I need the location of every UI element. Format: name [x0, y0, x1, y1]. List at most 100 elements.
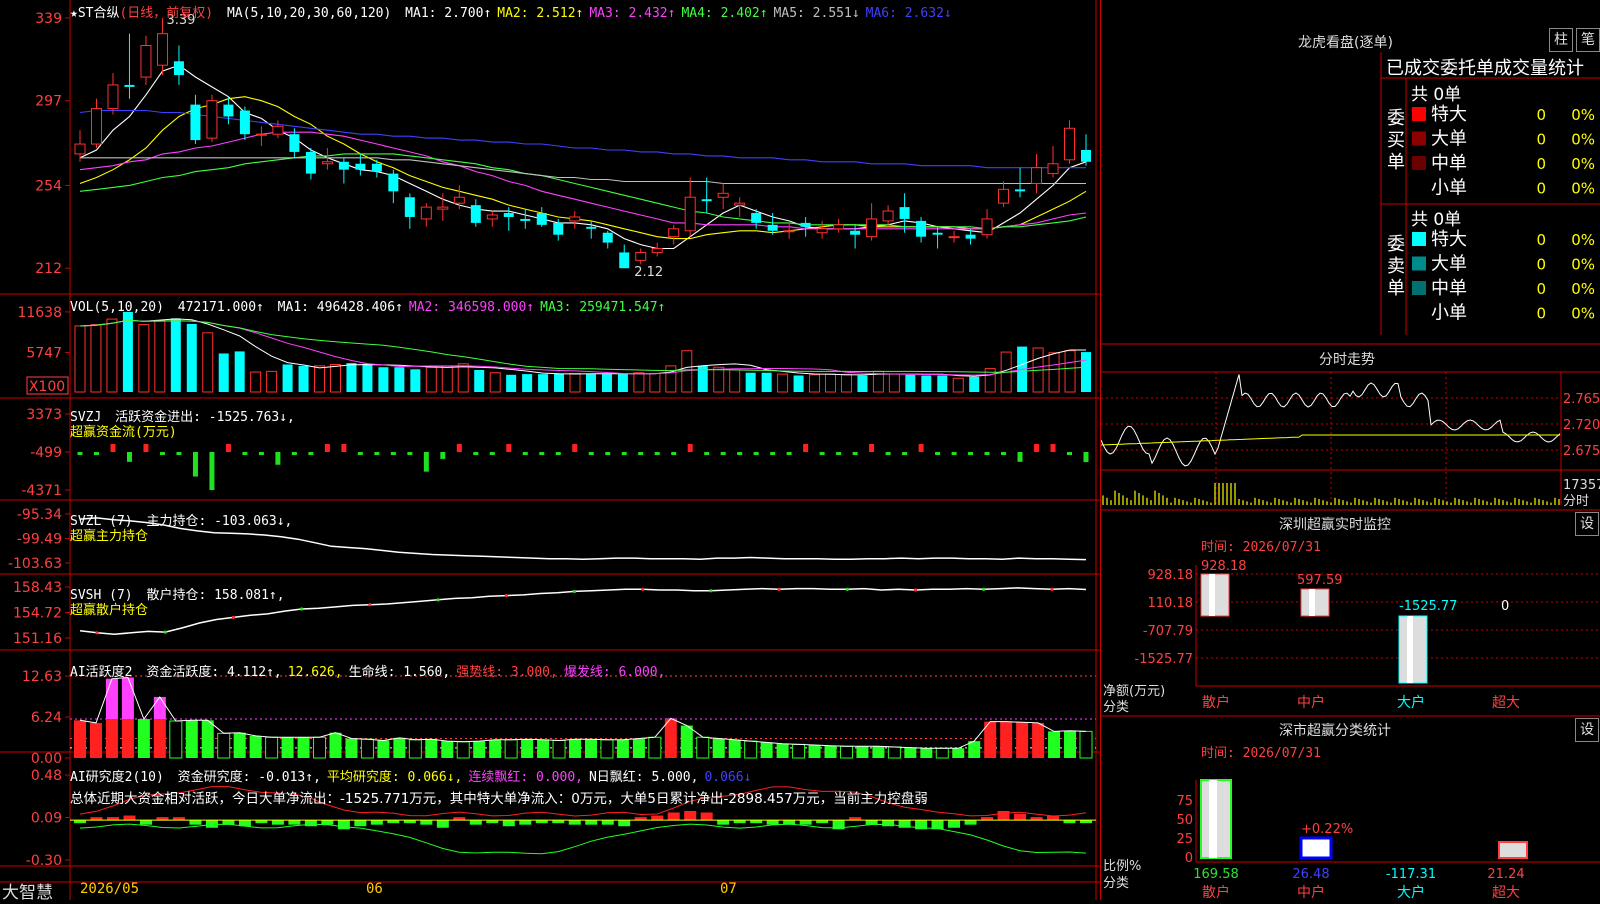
- ai1-bar: [377, 740, 390, 758]
- svzj-bar: [819, 452, 825, 455]
- ai1-bar: [393, 737, 406, 758]
- intraday-tick-label: 2.765: [1563, 392, 1600, 407]
- ai1-part-1: 资金活跃度: 4.112↑,: [146, 665, 282, 680]
- buy-swatch: [1412, 131, 1426, 146]
- buy-row-name: 特大: [1431, 104, 1467, 125]
- candle-body: [173, 61, 184, 76]
- sell-row-name: 小单: [1431, 303, 1467, 324]
- ai1-bar: [441, 741, 454, 758]
- candle-body: [520, 218, 531, 221]
- svsh-dot: [300, 607, 304, 611]
- volume-bar: [425, 366, 437, 393]
- ai2-bar: [304, 820, 317, 827]
- monitor-bar-label: 0: [1501, 599, 1509, 614]
- ai1-bar: [537, 739, 550, 758]
- svzj-bar: [852, 452, 858, 455]
- svzj-bar: [720, 452, 726, 455]
- ai2-bar: [997, 810, 1010, 821]
- svzj-bar: [770, 452, 776, 455]
- volume-bar: [457, 363, 469, 393]
- monitor-tick-label: -1525.77: [1135, 652, 1193, 667]
- date-label-may: 2026/05: [80, 881, 140, 897]
- svzj-bar: [374, 452, 380, 455]
- vol-unit-label: X100: [29, 379, 65, 395]
- svzl-tick-label: -99.49: [17, 532, 62, 548]
- candle-body: [586, 226, 597, 229]
- svzj-bar: [588, 452, 594, 455]
- monitor-bar-highlight: [1309, 589, 1315, 616]
- volume-bar: [761, 372, 772, 392]
- volume-bar: [905, 374, 916, 392]
- ma-1-value: MA1: 2.700↑: [405, 6, 492, 21]
- ai2-bar: [436, 820, 449, 828]
- main-chart-svg[interactable]: 3392972542123.392.12116385747X1003373-49…: [0, 0, 1100, 900]
- svzj-bar: [671, 452, 677, 455]
- order-stat-tabs[interactable]: 已成交委托单成交量统计: [1386, 54, 1584, 80]
- volume-bar: [729, 369, 741, 393]
- candle-body: [948, 236, 960, 239]
- left-chart-area[interactable]: 339 297 254 212 3.39 2.12 11638 5747 X100 3373 -49…: [0, 0, 1100, 903]
- svzj-bar: [110, 444, 116, 452]
- volume-bar: [522, 374, 533, 392]
- ai1-bar: [760, 742, 773, 758]
- ai1-bar: [1079, 730, 1093, 759]
- candle-body: [156, 33, 168, 66]
- vol-ma-1-value: MA1: 496428.406↑: [277, 300, 403, 315]
- ai2-tick-label: 0.09: [31, 811, 62, 827]
- svzj-tick-label: -499: [30, 445, 62, 461]
- volume-bar: [441, 365, 453, 393]
- volume-bar: [186, 323, 197, 392]
- volume-bar: [282, 364, 293, 392]
- monitor-bar-highlight: [1209, 574, 1215, 616]
- svsh-dot: [913, 588, 918, 592]
- bar-mode-button[interactable]: 柱: [1549, 28, 1573, 52]
- ai2-bar: [964, 820, 977, 825]
- vol-label: VOL(5,10,20): [70, 300, 164, 315]
- svsh-tick-label: 151.16: [13, 631, 62, 647]
- candle-body: [255, 133, 267, 136]
- ai2-bar: [123, 815, 136, 821]
- volume-bar: [969, 376, 980, 392]
- volume-bar: [74, 325, 86, 393]
- svzj-bar: [968, 452, 974, 455]
- candle-body: [783, 230, 795, 233]
- svzl-tick-label: -103.63: [8, 556, 62, 572]
- ai2-tick-label: -0.30: [26, 853, 62, 869]
- svzj-bar: [935, 452, 941, 455]
- ai2-bar: [717, 820, 730, 825]
- candle-body: [1064, 127, 1076, 161]
- svsh-dot: [777, 587, 781, 591]
- ai1-bar: [1016, 722, 1029, 758]
- candle-body: [190, 104, 201, 141]
- svzj-bar: [687, 444, 693, 452]
- stock-period: (日线，前复权): [119, 6, 214, 21]
- buy-row-count: 0: [1536, 155, 1546, 173]
- ai2-bar: [799, 820, 812, 825]
- candle-body: [899, 207, 910, 219]
- candle-body: [684, 196, 696, 232]
- ai1-bar-base: [664, 719, 677, 758]
- svzj-bar: [423, 452, 429, 472]
- volume-bar: [713, 366, 725, 393]
- price-tick-label: 212: [35, 261, 62, 277]
- svzj-bar: [242, 452, 248, 455]
- monitor-category-label: 中户: [1297, 694, 1325, 711]
- ai1-tick-label: 0.00: [31, 751, 62, 767]
- svzj-bar: [456, 444, 462, 452]
- volume-bar: [952, 377, 964, 393]
- sell-row-count: 0: [1536, 231, 1546, 249]
- svsh-dot: [1050, 587, 1054, 591]
- svzj-bar: [1067, 452, 1073, 455]
- svsh-dot: [982, 587, 986, 591]
- sell-orders-label: 委卖单: [1387, 234, 1405, 299]
- vol-tick-label: 5747: [26, 345, 62, 361]
- volume-bar: [825, 373, 837, 393]
- candle-body: [74, 143, 86, 155]
- monitor-settings-button[interactable]: 设: [1575, 512, 1599, 536]
- classify-settings-button[interactable]: 设: [1575, 718, 1599, 742]
- volume-bar: [474, 369, 485, 392]
- volume-bar: [298, 365, 309, 392]
- ai2-summary: 总体近期大资金相对活跃，今日大单净流出：-1525.771万元，其中特大单净流入…: [70, 791, 928, 807]
- intraday-vol-unit: 分时: [1563, 494, 1589, 509]
- tick-mode-button[interactable]: 笔: [1576, 28, 1600, 52]
